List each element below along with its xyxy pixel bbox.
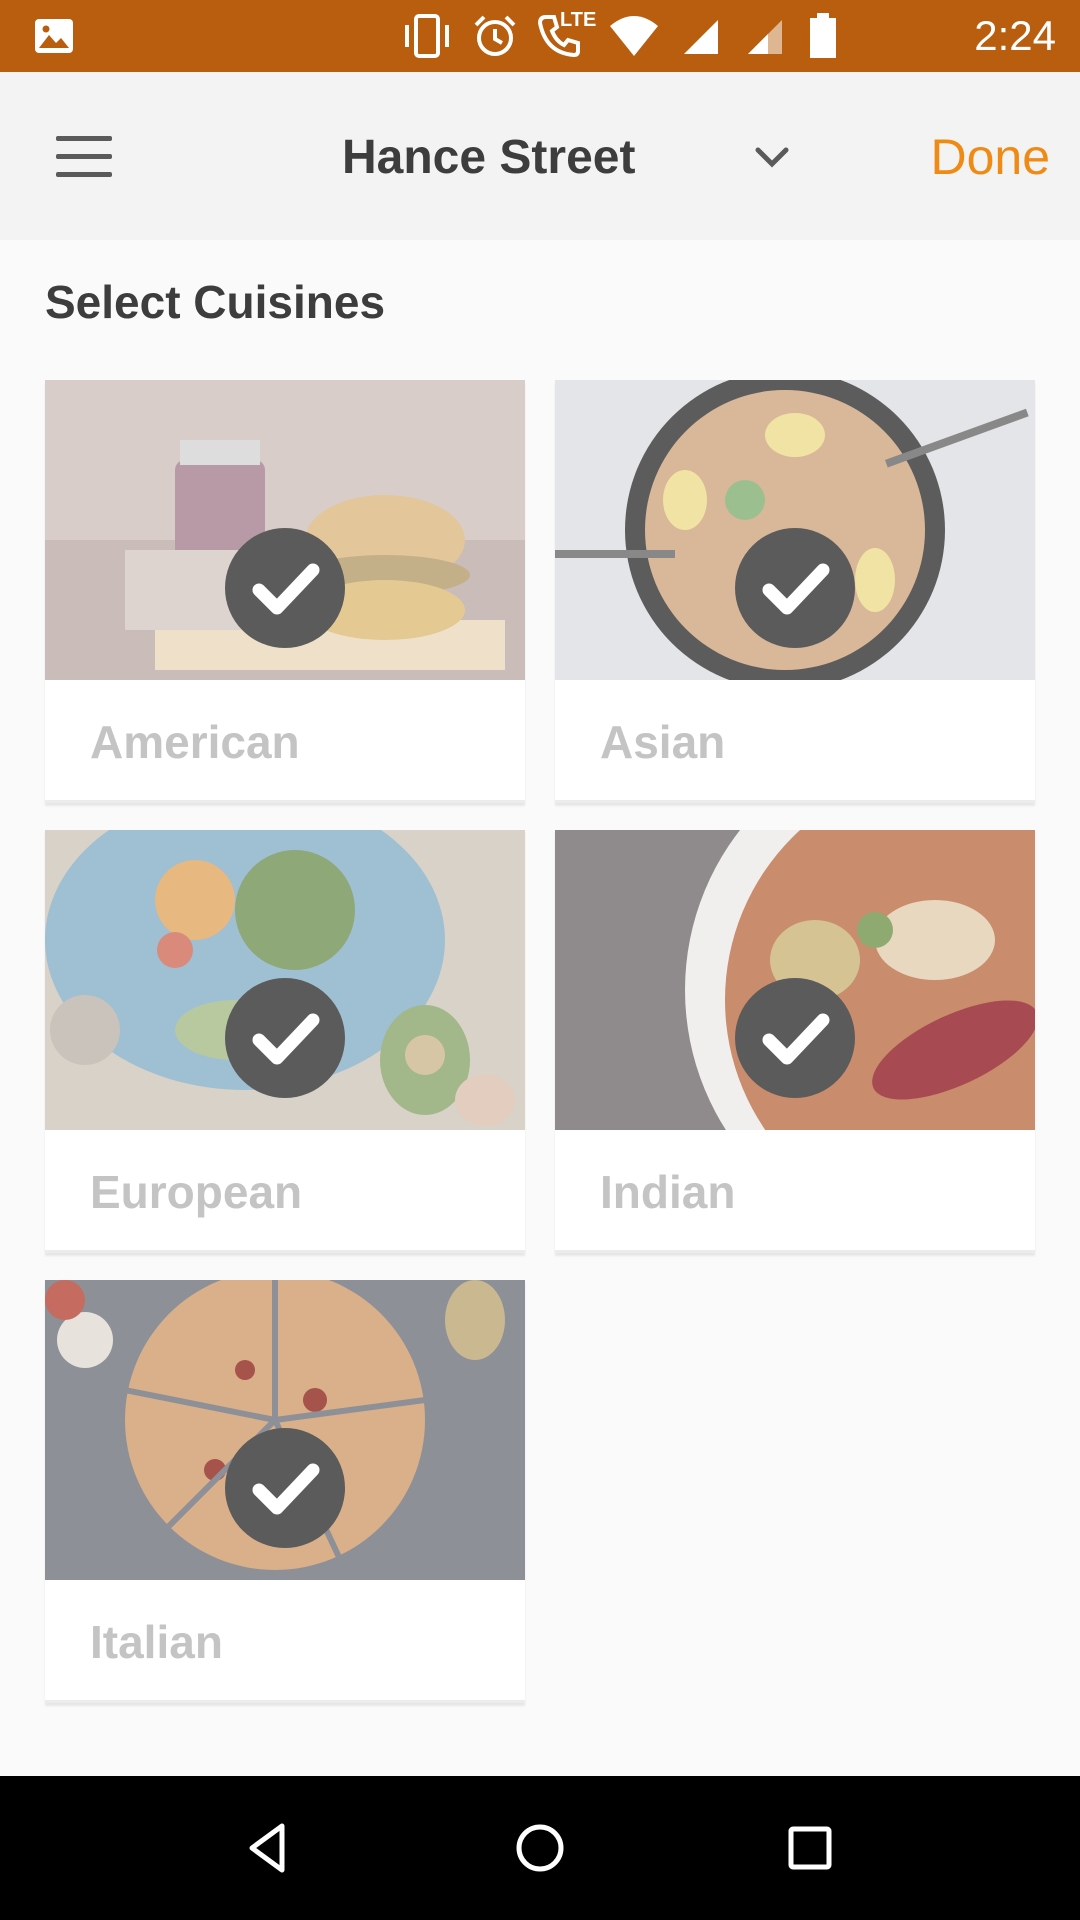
done-button[interactable]: Done: [930, 126, 1050, 188]
home-icon[interactable]: [508, 1816, 572, 1880]
status-icons: LTE: [400, 9, 840, 60]
cuisine-card-indian[interactable]: Indian: [555, 830, 1035, 1253]
status-time: 2:24: [974, 12, 1056, 59]
signal-icon: [748, 20, 782, 54]
chevron-down-icon: [755, 147, 789, 168]
cuisine-label: Asian: [600, 716, 726, 768]
cuisine-label: European: [90, 1166, 303, 1218]
lte-label: LTE: [560, 9, 597, 31]
cuisine-card-american[interactable]: American: [45, 380, 525, 803]
cuisine-card-european[interactable]: European: [45, 830, 525, 1253]
checkmark-icon: [735, 528, 855, 648]
wifi-icon: [610, 16, 658, 56]
cuisine-label: Indian: [600, 1166, 736, 1218]
recents-icon[interactable]: [778, 1816, 842, 1880]
location-selector[interactable]: Hance Street: [300, 124, 820, 194]
battery-icon: [810, 13, 836, 58]
app-bar: Hance Street Done: [0, 72, 1080, 240]
location-name: Hance Street: [342, 131, 636, 184]
lte-call-icon: LTE: [536, 9, 596, 59]
image-icon: [34, 18, 74, 54]
checkmark-icon: [225, 978, 345, 1098]
signal-icon: [684, 20, 718, 54]
navigation-bar: [0, 1776, 1080, 1920]
cuisine-card-italian[interactable]: Italian: [45, 1280, 525, 1703]
vibrate-icon: [405, 14, 449, 58]
cuisine-label: Italian: [90, 1616, 223, 1668]
cuisine-card-asian[interactable]: Asian: [555, 380, 1035, 803]
back-icon[interactable]: [238, 1816, 302, 1880]
section-title: Select Cuisines: [45, 276, 386, 328]
menu-icon[interactable]: [40, 122, 130, 192]
cuisine-label: American: [90, 716, 300, 768]
checkmark-icon: [225, 528, 345, 648]
status-bar: LTE 2:24: [0, 0, 1080, 72]
alarm-icon: [474, 15, 516, 56]
checkmark-icon: [225, 1428, 345, 1548]
checkmark-icon: [735, 978, 855, 1098]
